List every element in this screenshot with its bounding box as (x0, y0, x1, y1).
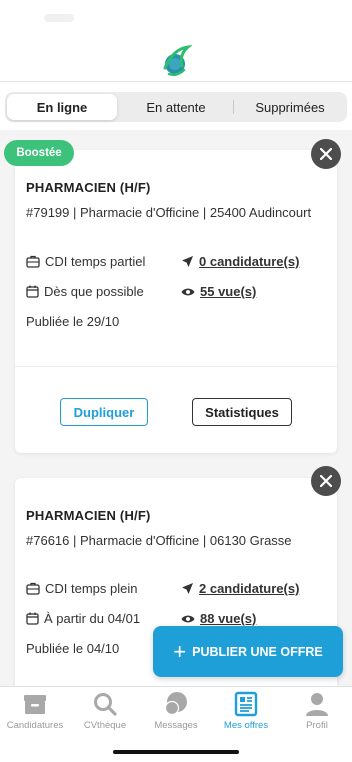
start-date: À partir du 04/01 (26, 611, 140, 626)
user-icon (306, 693, 328, 716)
nav-label: CVthèque (83, 720, 127, 731)
close-icon (320, 148, 332, 160)
tab-en-attente[interactable]: En attente (121, 94, 234, 120)
delete-offer-button[interactable] (311, 139, 341, 169)
send-icon (182, 583, 193, 594)
nav-label: Messages (154, 720, 198, 731)
offer-card[interactable]: PHARMACIEN (H/F) #79199 | Pharmacie d'Of… (15, 150, 337, 453)
nav-item-messages[interactable]: Messages (141, 689, 211, 733)
views-count[interactable]: 88 vue(s) (181, 611, 256, 626)
nav-item-candidatures[interactable]: Candidatures (0, 689, 70, 733)
segmented-control: En ligne En attente Supprimées (5, 92, 347, 122)
publish-offer-label: PUBLIER UNE OFFRE (192, 644, 323, 659)
publish-offer-button[interactable]: + PUBLIER UNE OFFRE (153, 626, 343, 677)
calendar-icon (26, 285, 39, 298)
search-icon (94, 693, 117, 716)
applications-count[interactable]: 0 candidature(s) (181, 254, 299, 269)
tabs-bar: En ligne En attente Supprimées (0, 82, 352, 130)
faded-text-strip (15, 457, 337, 471)
applications-link[interactable]: 0 candidature(s) (199, 254, 299, 269)
plus-icon: + (173, 638, 187, 664)
card-divider (15, 366, 337, 367)
nav-label: Candidatures (6, 720, 64, 731)
eye-icon (181, 615, 195, 622)
nav-item-cvtheque[interactable]: CVthèque (70, 689, 140, 733)
send-icon (182, 256, 193, 267)
app-header (0, 0, 352, 82)
nav-item-profil[interactable]: Profil (282, 689, 352, 733)
newspaper-icon (234, 691, 258, 717)
contract-label: CDI temps plein (45, 581, 138, 596)
offer-title: PHARMACIEN (H/F) (26, 180, 151, 195)
nav-label: Mes offres (223, 720, 269, 731)
published-date: Publiée le 29/10 (26, 314, 120, 329)
tab-en-ligne[interactable]: En ligne (7, 94, 117, 120)
start-date-label: Dès que possible (44, 284, 144, 299)
boosted-badge: Boostée (4, 140, 74, 166)
nav-item-mes-offres[interactable]: Mes offres (211, 689, 281, 733)
views-link[interactable]: 88 vue(s) (200, 611, 256, 626)
contract-type: CDI temps partiel (26, 254, 145, 269)
briefcase-icon (26, 255, 40, 268)
duplicate-button[interactable]: Dupliquer (60, 398, 148, 426)
applications-count[interactable]: 2 candidature(s) (181, 581, 299, 596)
start-date-label: À partir du 04/01 (44, 611, 141, 626)
briefcase-icon (26, 582, 40, 595)
offers-list[interactable]: Boostée PHARMACIEN (H/F) #79199 | Pharma… (0, 130, 352, 686)
delete-offer-button[interactable] (311, 466, 341, 496)
contract-label: CDI temps partiel (45, 254, 146, 269)
nav-label: Profil (306, 720, 328, 731)
views-count[interactable]: 55 vue(s) (181, 284, 256, 299)
close-icon (320, 475, 332, 487)
status-bar-time (44, 14, 74, 22)
contract-type: CDI temps plein (26, 581, 137, 596)
offer-reference: #76616 | Pharmacie d'Officine | 06130 Gr… (26, 533, 292, 548)
inbox-icon (24, 695, 46, 714)
home-indicator (113, 750, 239, 754)
published-date: Publiée le 04/10 (26, 641, 120, 656)
calendar-icon (26, 612, 39, 625)
offer-reference: #79199 | Pharmacie d'Officine | 25400 Au… (26, 205, 312, 220)
offer-title: PHARMACIEN (H/F) (26, 508, 151, 523)
views-link[interactable]: 55 vue(s) (200, 284, 256, 299)
eye-icon (181, 288, 195, 295)
tab-supprimees[interactable]: Supprimées (235, 94, 345, 120)
start-date: Dès que possible (26, 284, 144, 299)
chat-icon (164, 692, 187, 716)
applications-link[interactable]: 2 candidature(s) (199, 581, 299, 596)
statistics-button[interactable]: Statistiques (192, 398, 292, 426)
app-logo-icon (163, 45, 192, 77)
